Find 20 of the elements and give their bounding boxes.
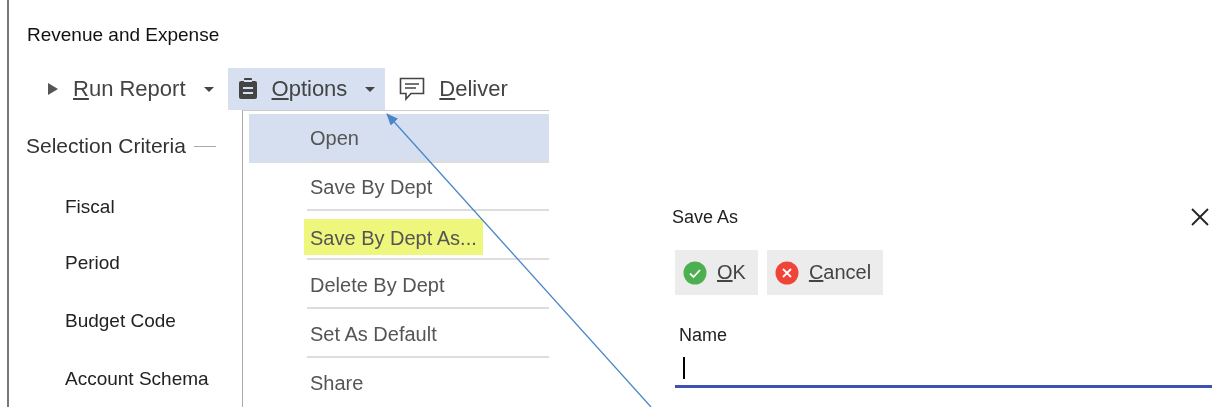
section-heading: Selection Criteria <box>26 134 186 158</box>
comment-icon <box>399 77 426 101</box>
report-title: Revenue and Expense <box>27 24 220 46</box>
run-report-button[interactable]: Run Report <box>37 68 224 110</box>
field-label: Budget Code <box>65 310 176 332</box>
options-button[interactable]: Options <box>227 68 386 110</box>
clipboard-icon <box>237 78 258 100</box>
ok-button[interactable]: OK <box>675 250 758 295</box>
delivery-button[interactable]: Deliver <box>389 68 518 110</box>
menu-item[interactable]: Open <box>249 114 549 163</box>
field-label: Name <box>679 325 728 346</box>
close-icon[interactable] <box>1190 207 1210 227</box>
close-circle-icon <box>774 260 799 285</box>
dialog-title: Save As <box>672 206 739 228</box>
cancel-button[interactable]: Cancel <box>766 250 884 295</box>
check-icon <box>683 260 707 285</box>
field-label: Account Schema <box>65 368 209 390</box>
field-label: Fiscal <box>65 196 115 218</box>
field-label: Period <box>65 252 120 274</box>
play-icon <box>47 82 59 96</box>
